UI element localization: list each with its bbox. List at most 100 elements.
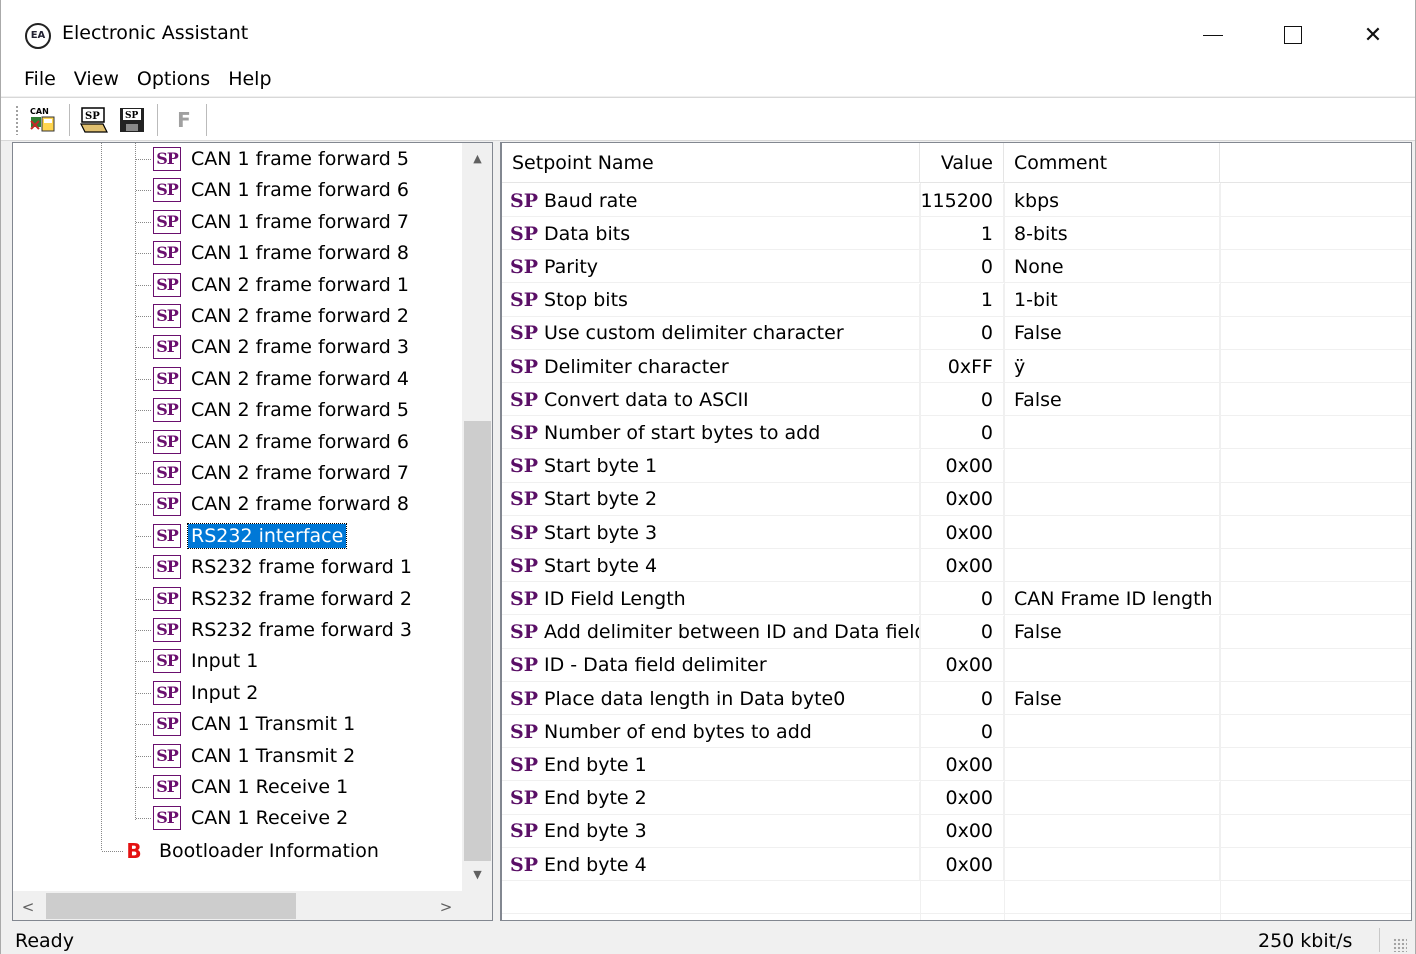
setpoint-name: Parity: [544, 255, 599, 278]
list-row[interactable]: SP Start byte 2 0x00: [502, 482, 1411, 516]
tree-item[interactable]: SP CAN 2 frame forward 7: [153, 457, 412, 488]
tree-item[interactable]: SP CAN 2 frame forward 5: [153, 394, 412, 425]
can-connect-button[interactable]: CAN: [27, 105, 57, 135]
setpoint-prefix: SP: [510, 189, 539, 212]
tree-item[interactable]: SP CAN 2 frame forward 1: [153, 269, 412, 300]
list-row[interactable]: SP ID - Data field delimiter 0x00: [502, 648, 1411, 682]
list-row[interactable]: SP Delimiter character 0xFF ÿ: [502, 350, 1411, 383]
tree-horizontal-scrollbar[interactable]: < >: [13, 891, 462, 920]
list-row[interactable]: SP Convert data to ASCII 0 False: [502, 383, 1411, 417]
menu-help[interactable]: Help: [219, 68, 280, 90]
list-row[interactable]: SP Stop bits 1 1-bit: [502, 283, 1411, 317]
menu-view[interactable]: View: [65, 68, 128, 90]
tree-vertical-scrollbar[interactable]: ▲ ▼: [462, 143, 492, 891]
tree-item[interactable]: SP CAN 1 frame forward 5: [153, 143, 412, 174]
tree-item[interactable]: SP RS232 frame forward 2: [153, 583, 415, 614]
empty-cell: [1220, 516, 1411, 549]
setpoint-prefix: SP: [510, 521, 539, 544]
tree-item[interactable]: SP CAN 1 frame forward 6: [153, 174, 412, 205]
tree-line: [136, 316, 152, 317]
scroll-up-button[interactable]: ▲: [462, 143, 492, 173]
minimize-button[interactable]: [1173, 10, 1253, 60]
list-row[interactable]: SP End byte 3 0x00: [502, 814, 1411, 848]
empty-cell: [1220, 848, 1411, 881]
list-row[interactable]: SP Start byte 4 0x00: [502, 549, 1411, 583]
tree-item[interactable]: SP RS232 frame forward 1: [153, 551, 415, 582]
setpoint-name: Convert data to ASCII: [544, 388, 749, 411]
list-row[interactable]: SP Start byte 3 0x00: [502, 516, 1411, 549]
tree-item[interactable]: SP CAN 2 frame forward 6: [153, 426, 412, 457]
column-header-setpoint-name[interactable]: Setpoint Name: [502, 143, 920, 183]
tree-item[interactable]: SP CAN 1 frame forward 8: [153, 237, 412, 268]
maximize-button[interactable]: [1253, 10, 1333, 60]
setpoint-name: Baud rate: [544, 189, 638, 212]
list-row[interactable]: SP ID Field Length 0 CAN Frame ID length: [502, 582, 1411, 616]
list-row[interactable]: SP Start byte 1 0x00: [502, 449, 1411, 483]
resize-grip-icon[interactable]: [1393, 938, 1407, 952]
setpoint-name: Delimiter character: [544, 355, 729, 378]
list-row[interactable]: SP End byte 1 0x00: [502, 748, 1411, 782]
list-row[interactable]: SP Baud rate 115200 kbps: [502, 184, 1411, 217]
setpoint-value-cell: 1: [920, 283, 1004, 317]
tree-item[interactable]: SP RS232 interface: [153, 520, 348, 551]
setpoint-comment-cell: [1004, 715, 1220, 749]
setpoint-value-cell: 115200: [920, 184, 1004, 217]
list-row[interactable]: SP Data bits 1 8-bits: [502, 217, 1411, 251]
setpoint-icon: SP: [153, 460, 181, 485]
setpoint-prefix: SP: [510, 720, 539, 743]
tree-item[interactable]: SP CAN 1 Transmit 2: [153, 740, 358, 771]
scroll-down-button[interactable]: ▼: [462, 859, 492, 889]
list-row[interactable]: SP Add delimiter between ID and Data fiel…: [502, 615, 1411, 649]
tree-item[interactable]: SP CAN 1 frame forward 7: [153, 206, 412, 237]
setpoint-name-cell: SP Start byte 3: [502, 516, 920, 549]
scroll-left-button[interactable]: <: [13, 891, 43, 920]
panel-splitter[interactable]: [493, 142, 500, 921]
scroll-thumb[interactable]: [464, 421, 491, 861]
tree-item[interactable]: SP CAN 2 frame forward 4: [153, 363, 412, 394]
setpoint-value-cell: 0: [920, 316, 1004, 350]
list-row[interactable]: SP Number of end bytes to add 0: [502, 715, 1411, 749]
list-row[interactable]: SP Use custom delimiter character 0 False: [502, 316, 1411, 350]
list-row[interactable]: SP Place data length in Data byte0 0 False: [502, 682, 1411, 715]
setpoint-comment-cell: [1004, 516, 1220, 549]
status-text: Ready: [15, 930, 74, 952]
title-bar[interactable]: EA Electronic Assistant ✕: [1, 0, 1415, 62]
tree-item-bootloader[interactable]: B Bootloader Information: [124, 835, 382, 866]
menu-file[interactable]: File: [15, 68, 65, 90]
tree-item[interactable]: SP CAN 2 frame forward 2: [153, 300, 412, 331]
tree-item[interactable]: SP Input 1: [153, 645, 261, 676]
toolbar-separator: [157, 104, 158, 136]
toolbar-grip[interactable]: [15, 105, 19, 135]
column-header-comment[interactable]: Comment: [1004, 143, 1220, 183]
scroll-right-button[interactable]: >: [431, 891, 461, 920]
list-row[interactable]: SP End byte 2 0x00: [502, 781, 1411, 815]
open-setpoints-button[interactable]: SP: [79, 105, 109, 135]
list-row[interactable]: SP End byte 4 0x00: [502, 848, 1411, 881]
tree-item[interactable]: SP CAN 1 Receive 1: [153, 771, 351, 802]
list-row[interactable]: SP Parity 0 None: [502, 250, 1411, 284]
tree-item[interactable]: SP CAN 1 Receive 2: [153, 802, 351, 833]
tree-item[interactable]: SP CAN 1 Transmit 1: [153, 708, 358, 739]
firmware-button-disabled[interactable]: F: [169, 105, 199, 135]
column-header-value[interactable]: Value: [920, 143, 1004, 183]
svg-text:CAN: CAN: [30, 107, 49, 116]
setpoint-tree[interactable]: SP CAN 1 frame forward 5 SP CAN 1 frame for…: [12, 142, 493, 921]
setpoint-comment-cell: False: [1004, 615, 1220, 649]
setpoint-name-cell: SP Start byte 4: [502, 549, 920, 583]
tree-line: [136, 599, 152, 600]
tree-line: [136, 787, 152, 788]
close-button[interactable]: ✕: [1333, 10, 1413, 60]
scroll-thumb[interactable]: [46, 893, 296, 919]
tree-item-label: CAN 2 frame forward 1: [191, 273, 409, 296]
tree-item[interactable]: SP RS232 frame forward 3: [153, 614, 415, 645]
save-setpoints-button[interactable]: SP: [117, 105, 147, 135]
setpoint-value-cell: 0x00: [920, 449, 1004, 483]
list-row[interactable]: SP Number of start bytes to add 0: [502, 416, 1411, 450]
setpoint-name-cell: SP Convert data to ASCII: [502, 383, 920, 417]
tree-item[interactable]: SP Input 2: [153, 677, 261, 708]
tree-item[interactable]: SP CAN 2 frame forward 3: [153, 331, 412, 362]
setpoint-list[interactable]: Setpoint Name Value Comment SP Baud rate 1…: [500, 142, 1412, 921]
tree-line: [136, 818, 152, 819]
menu-options[interactable]: Options: [128, 68, 219, 90]
tree-item[interactable]: SP CAN 2 frame forward 8: [153, 488, 412, 519]
